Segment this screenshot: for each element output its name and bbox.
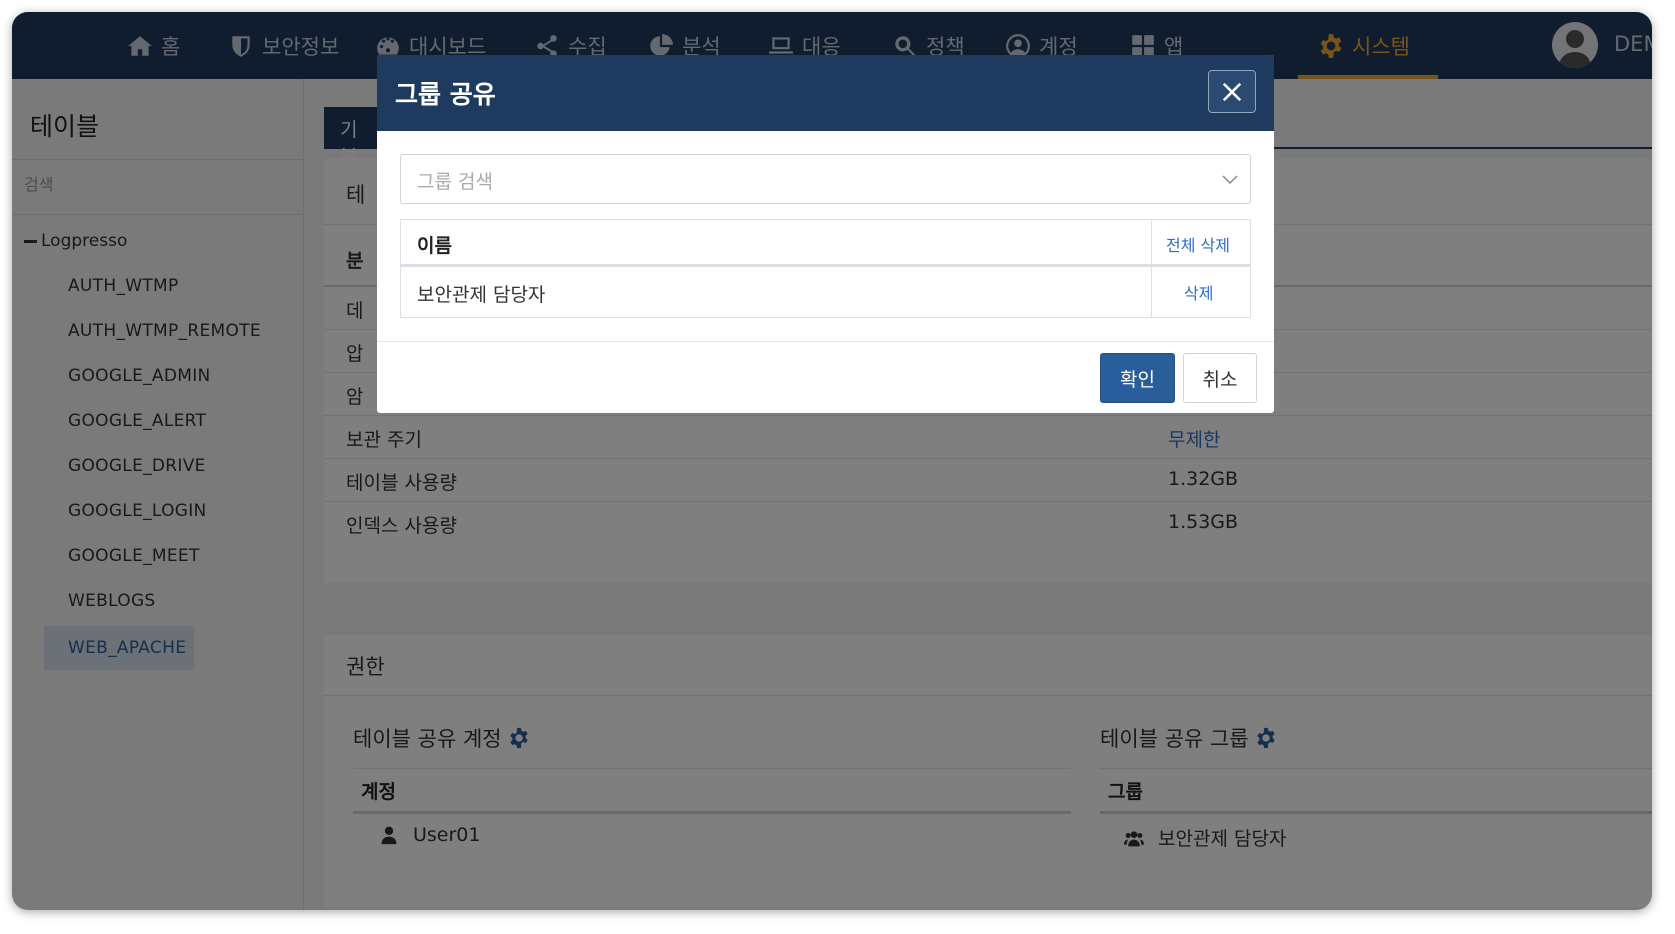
- delete-button[interactable]: 삭제: [1184, 280, 1213, 304]
- cancel-button[interactable]: 취소: [1183, 353, 1257, 403]
- app-window: 홈 보안정보 대시보드 수집 분석 대응 정책 계정: [12, 12, 1652, 910]
- modal-header: 그룹 공유: [377, 55, 1274, 131]
- table-header-row: [401, 220, 1250, 267]
- confirm-button[interactable]: 확인: [1100, 353, 1175, 403]
- shared-group-table: 이름 전체 삭제 보안관제 담당자 삭제: [400, 219, 1251, 318]
- name-column-header: 이름: [417, 235, 452, 257]
- group-search-placeholder: 그룹 검색: [417, 171, 493, 193]
- delete-all-button[interactable]: 전체 삭제: [1166, 232, 1230, 256]
- group-search-select[interactable]: 그룹 검색: [400, 154, 1251, 204]
- close-icon: [1222, 82, 1242, 101]
- group-share-modal: 그룹 공유 그룹 검색 이름 전체 삭제 보안관제 담당자 삭제 확인 취소: [377, 55, 1274, 413]
- table-row-name: 보안관제 담당자: [417, 284, 546, 306]
- chevron-down-icon: [1222, 175, 1238, 185]
- close-button[interactable]: [1208, 70, 1256, 113]
- modal-title: 그룹 공유: [395, 80, 496, 109]
- column-divider: [1151, 220, 1152, 317]
- divider: [377, 341, 1274, 342]
